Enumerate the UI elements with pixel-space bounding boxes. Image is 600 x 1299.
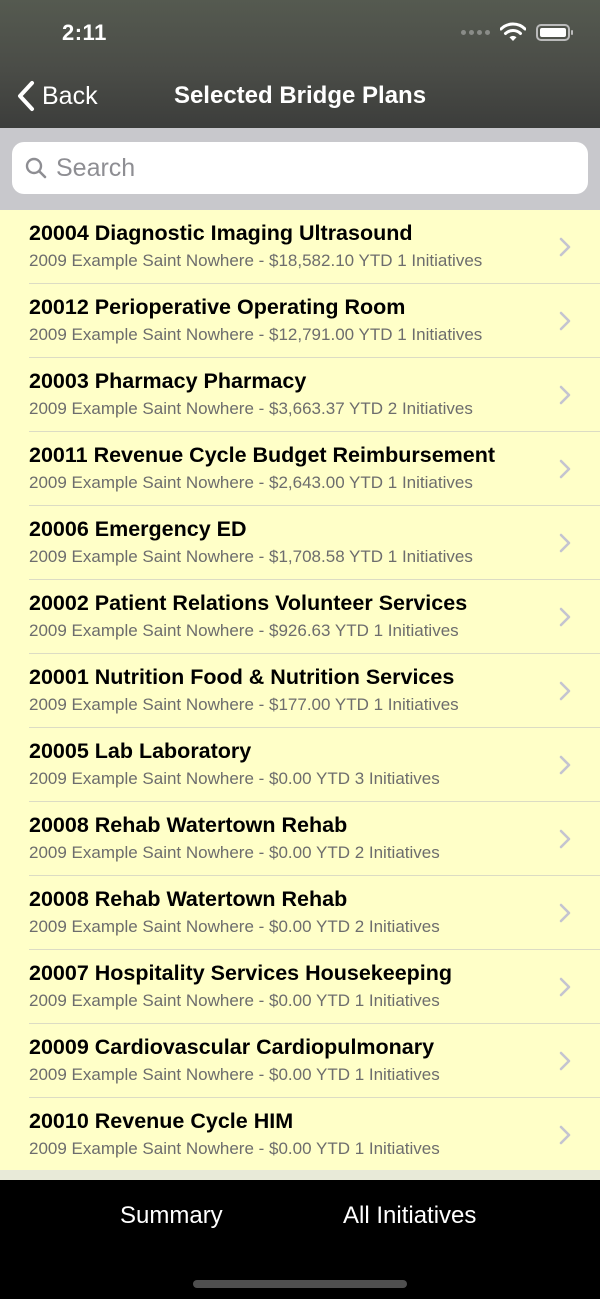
list-item[interactable]: 20001 Nutrition Food & Nutrition Service… [0,654,600,728]
plan-title: 20008 Rehab Watertown Rehab [29,813,348,837]
plan-title: 20006 Emergency ED [29,517,247,541]
plan-title: 20008 Rehab Watertown Rehab [29,887,348,911]
plan-title: 20011 Revenue Cycle Budget Reimbursement [29,443,496,467]
search-bar-container [0,128,600,210]
plan-subtitle: 2009 Example Saint Nowhere - $2,643.00 Y… [29,473,473,492]
chevron-right-icon [559,459,571,479]
list-item[interactable]: 20011 Revenue Cycle Budget Reimbursement… [0,432,600,506]
plan-subtitle: 2009 Example Saint Nowhere - $926.63 YTD… [29,621,459,640]
chevron-right-icon [559,385,571,405]
plan-subtitle: 2009 Example Saint Nowhere - $0.00 YTD 1… [29,1139,440,1158]
plan-subtitle: 2009 Example Saint Nowhere - $0.00 YTD 1… [29,1065,440,1084]
plan-title: 20009 Cardiovascular Cardiopulmonary [29,1035,435,1059]
summary-button[interactable]: Summary [120,1202,223,1230]
chevron-right-icon [559,755,571,775]
chevron-right-icon [559,681,571,701]
plan-subtitle: 2009 Example Saint Nowhere - $12,791.00 … [29,325,483,344]
list-item[interactable]: 20006 Emergency ED 2009 Example Saint No… [0,506,600,580]
plan-subtitle: 2009 Example Saint Nowhere - $18,582.10 … [29,251,483,270]
battery-icon [536,23,573,41]
list-footer [0,1170,600,1180]
chevron-right-icon [559,607,571,627]
bottom-toolbar: Summary All Initiatives [0,1180,600,1299]
list-item[interactable]: 20003 Pharmacy Pharmacy 2009 Example Sai… [0,358,600,432]
list-item[interactable]: 20009 Cardiovascular Cardiopulmonary 200… [0,1024,600,1098]
chevron-right-icon [559,533,571,553]
plan-title: 20005 Lab Laboratory [29,739,252,763]
plan-subtitle: 2009 Example Saint Nowhere - $177.00 YTD… [29,695,459,714]
bridge-plan-list[interactable]: 20004 Diagnostic Imaging Ultrasound 2009… [0,210,600,1170]
page-title: Selected Bridge Plans [173,82,427,109]
list-item[interactable]: 20007 Hospitality Services Housekeeping … [0,950,600,1024]
plan-title: 20007 Hospitality Services Housekeeping [29,961,453,985]
chevron-right-icon [559,237,571,257]
plan-title: 20003 Pharmacy Pharmacy [29,369,307,393]
plan-subtitle: 2009 Example Saint Nowhere - $0.00 YTD 2… [29,917,440,936]
all-initiatives-button[interactable]: All Initiatives [343,1202,476,1230]
plan-subtitle: 2009 Example Saint Nowhere - $1,708.58 Y… [29,547,473,566]
list-item[interactable]: 20008 Rehab Watertown Rehab 2009 Example… [0,876,600,950]
status-time: 2:11 [62,20,107,45]
plan-title: 20012 Perioperative Operating Room [29,295,406,319]
chevron-right-icon [559,1125,571,1145]
search-box[interactable] [12,142,588,194]
plan-subtitle: 2009 Example Saint Nowhere - $0.00 YTD 2… [29,843,440,862]
plan-title: 20002 Patient Relations Volunteer Servic… [29,591,468,615]
status-indicators [461,22,573,42]
list-item[interactable]: 20012 Perioperative Operating Room 2009 … [0,284,600,358]
list-item[interactable]: 20002 Patient Relations Volunteer Servic… [0,580,600,654]
list-item[interactable]: 20008 Rehab Watertown Rehab 2009 Example… [0,802,600,876]
chevron-right-icon [559,977,571,997]
plan-subtitle: 2009 Example Saint Nowhere - $0.00 YTD 3… [29,769,440,788]
chevron-right-icon [559,903,571,923]
plan-title: 20010 Revenue Cycle HIM [29,1109,294,1133]
plan-title: 20004 Diagnostic Imaging Ultrasound [29,221,413,245]
search-icon [25,157,47,179]
plan-subtitle: 2009 Example Saint Nowhere - $0.00 YTD 1… [29,991,440,1010]
cellular-signal-icon [461,29,490,35]
plan-subtitle: 2009 Example Saint Nowhere - $3,663.37 Y… [29,399,473,418]
list-item[interactable]: 20005 Lab Laboratory 2009 Example Saint … [0,728,600,802]
chevron-right-icon [559,311,571,331]
wifi-icon [500,22,526,41]
chevron-right-icon [559,829,571,849]
plan-title: 20001 Nutrition Food & Nutrition Service… [29,665,455,689]
chevron-right-icon [559,1051,571,1071]
list-item[interactable]: 20010 Revenue Cycle HIM 2009 Example Sai… [0,1098,600,1170]
search-input[interactable] [56,153,556,183]
list-item[interactable]: 20004 Diagnostic Imaging Ultrasound 2009… [0,210,600,284]
home-indicator[interactable] [193,1280,407,1288]
navigation-header: 2:11 Back Selected Bridge Plans [0,0,600,128]
